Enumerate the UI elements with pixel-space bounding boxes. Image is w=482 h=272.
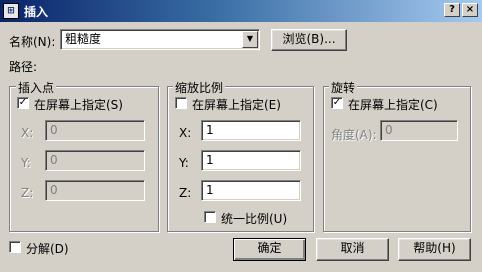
check-icon: ✓ [18,97,28,108]
insertion-y-field[interactable]: 0 [45,150,145,171]
scale-title: 缩放比例 [173,79,226,96]
title-bar[interactable]: ⊞ 插入 ? × [0,0,482,22]
help-icon[interactable]: ? [444,3,460,17]
window-title: 插入 [24,5,49,19]
scale-x-label: X: [179,126,192,140]
app-icon: ⊞ [3,3,19,19]
uniform-scale-checkbox[interactable] [204,211,216,223]
close-icon[interactable]: × [462,3,478,17]
rotation-specify-checkbox[interactable]: ✓ [331,97,343,109]
insertion-specify-checkbox[interactable]: ✓ [17,97,29,109]
scale-specify-label[interactable]: 在屏幕上指定(E) [192,96,281,113]
rotation-specify-label[interactable]: 在屏幕上指定(C) [348,96,438,113]
rotation-title: 旋转 [329,79,358,96]
help-button[interactable]: 帮助(H) [398,238,471,261]
scale-specify-checkbox[interactable] [175,97,187,109]
browse-button[interactable]: 浏览(B)... [271,29,347,51]
insertion-specify-label[interactable]: 在屏幕上指定(S) [34,96,123,113]
ok-button[interactable]: 确定 [233,238,306,261]
angle-field[interactable]: 0 [380,120,458,141]
scale-x-field[interactable]: 1 [201,120,301,141]
insertion-x-field[interactable]: 0 [45,120,145,141]
insertion-x-label: X: [21,126,34,140]
check-icon: ✓ [332,97,342,108]
path-label: 路径: [9,60,38,74]
scale-z-field[interactable]: 1 [201,180,301,201]
scale-z-label: Z: [179,186,192,200]
block-name-combo[interactable]: 粗糙度 ▼ [60,29,260,50]
angle-label: 角度(A): [331,128,377,142]
scale-y-field[interactable]: 1 [201,150,301,171]
cancel-button[interactable]: 取消 [316,238,389,261]
insertion-point-title: 插入点 [16,79,57,96]
insertion-y-label: Y: [21,156,31,170]
name-label: 名称(N): [9,35,56,49]
chevron-down-icon[interactable]: ▼ [242,31,258,48]
explode-checkbox[interactable] [9,241,21,253]
insertion-z-label: Z: [21,186,34,200]
scale-y-label: Y: [179,156,189,170]
insertion-z-field[interactable]: 0 [45,180,145,201]
explode-label[interactable]: 分解(D) [26,240,69,257]
block-name-value: 粗糙度 [65,32,102,46]
uniform-scale-label[interactable]: 统一比例(U) [221,210,287,227]
